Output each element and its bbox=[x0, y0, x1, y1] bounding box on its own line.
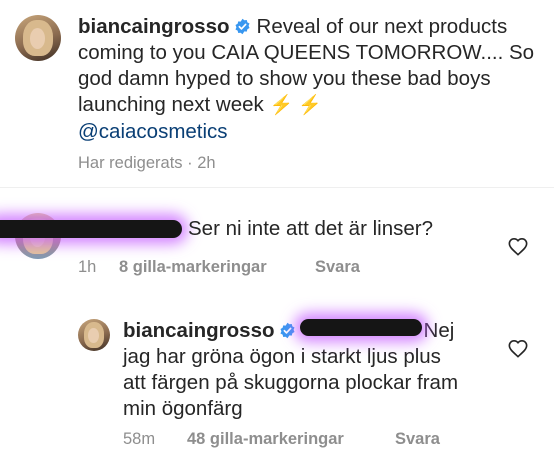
post-author-username[interactable]: biancaingrosso bbox=[78, 15, 230, 38]
post-author-avatar[interactable] bbox=[15, 15, 61, 61]
comment-time: 1h bbox=[78, 258, 97, 276]
divider bbox=[0, 187, 554, 188]
reply-reply-button[interactable]: Svara bbox=[395, 430, 440, 449]
post-caption: biancaingrosso Reveal of our next product… bbox=[78, 14, 548, 145]
edited-label: Har redigerats bbox=[78, 154, 183, 172]
reply-time: 58m bbox=[123, 430, 156, 448]
reply-author-avatar[interactable] bbox=[78, 319, 110, 351]
redacted-username bbox=[0, 220, 182, 238]
mention-link[interactable]: @caiacosmetics bbox=[78, 120, 228, 143]
redacted-mention bbox=[300, 319, 422, 336]
heart-icon[interactable] bbox=[507, 236, 529, 256]
comment-likes[interactable]: 8 gilla-markeringar bbox=[119, 258, 267, 277]
verified-badge-icon bbox=[235, 18, 250, 35]
reply-likes[interactable]: 48 gilla-markeringar bbox=[187, 430, 344, 449]
heart-icon[interactable] bbox=[507, 338, 529, 358]
comment-text: Ser ni inte att det är linser? bbox=[188, 217, 433, 240]
meta-separator: · bbox=[187, 154, 193, 172]
verified-badge-icon bbox=[280, 322, 295, 339]
reply-button[interactable]: Svara bbox=[315, 258, 360, 277]
lightning-emoji: ⚡ ⚡ bbox=[269, 95, 323, 116]
post-meta: Har redigerats · 2h bbox=[78, 154, 216, 173]
reply-author-username[interactable]: biancaingrosso bbox=[123, 319, 275, 342]
post-time: 2h bbox=[197, 154, 216, 172]
